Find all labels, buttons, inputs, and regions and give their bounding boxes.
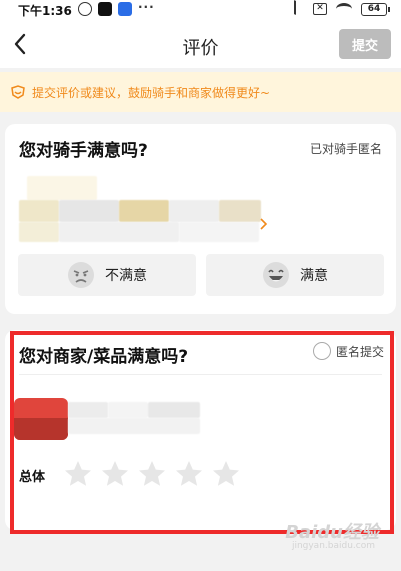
- satisfied-label: 满意: [300, 268, 328, 284]
- unsatisfied-button[interactable]: 不满意: [18, 254, 196, 296]
- reward-icon: [11, 85, 25, 99]
- submit-button[interactable]: 提交: [339, 29, 391, 59]
- rider-anonymous-label: 已对骑手匿名: [309, 142, 382, 156]
- highlight-annotation: [10, 331, 394, 534]
- nav-bar: 评价 提交: [0, 20, 401, 68]
- watermark-url: jingyan.baidu.com: [291, 541, 375, 551]
- satisfied-button[interactable]: 满意: [206, 254, 384, 296]
- laughing-face-icon: [263, 262, 289, 288]
- unsatisfied-label: 不满意: [105, 268, 147, 284]
- alarm-icon: [78, 2, 92, 16]
- wifi-icon: [336, 3, 352, 15]
- more-dots-icon: ···: [138, 0, 155, 14]
- rider-rating-card: 您对骑手满意吗? 已对骑手匿名 不满意 满意: [5, 124, 396, 314]
- battery-icon: 64: [361, 2, 390, 16]
- status-bar: 下午1:36 ··· ✕ 64: [0, 0, 401, 20]
- no-sim-icon: ✕: [313, 3, 327, 15]
- status-right-icons: ✕ 64: [294, 0, 390, 18]
- baidu-icon: [118, 2, 132, 16]
- angry-face-icon: [68, 262, 94, 288]
- chevron-right-icon[interactable]: [260, 218, 268, 230]
- status-time: 下午1:36: [18, 4, 72, 18]
- status-left-icons: ···: [78, 0, 155, 16]
- rider-card-title: 您对骑手满意吗?: [19, 141, 148, 161]
- bluetooth-icon: [294, 0, 304, 18]
- tiktok-icon: [98, 2, 112, 16]
- tip-banner: 提交评价或建议，鼓励骑手和商家做得更好~: [0, 72, 401, 112]
- tip-text: 提交评价或建议，鼓励骑手和商家做得更好~: [32, 85, 271, 100]
